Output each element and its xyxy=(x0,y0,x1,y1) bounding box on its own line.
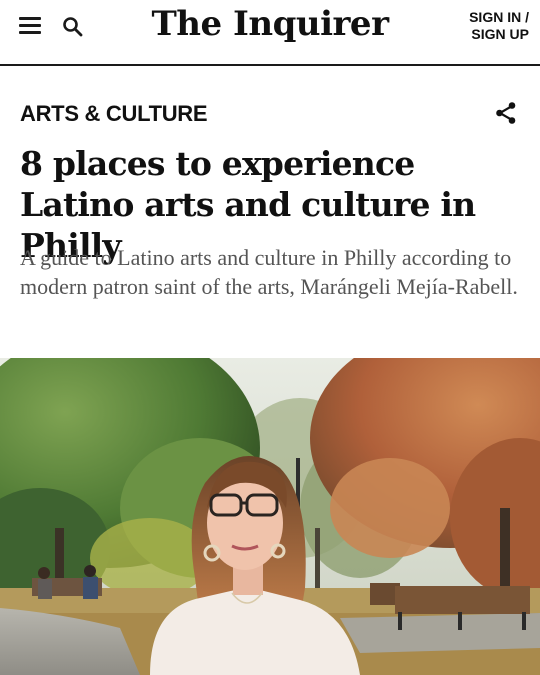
article-dek: A guide to Latino arts and culture in Ph… xyxy=(20,245,518,299)
lead-photo xyxy=(0,358,540,675)
site-logo[interactable]: The Inquirer xyxy=(0,4,540,44)
site-header: The Inquirer SIGN IN / SIGN UP xyxy=(0,0,540,66)
sign-in-link[interactable]: SIGN IN / SIGN UP xyxy=(469,9,529,43)
sign-up-label: SIGN UP xyxy=(471,26,529,42)
lead-photo-illustration xyxy=(0,358,540,675)
share-icon[interactable] xyxy=(494,101,518,125)
section-label[interactable]: ARTS & CULTURE xyxy=(20,101,208,127)
sign-in-label: SIGN IN / xyxy=(469,9,529,25)
